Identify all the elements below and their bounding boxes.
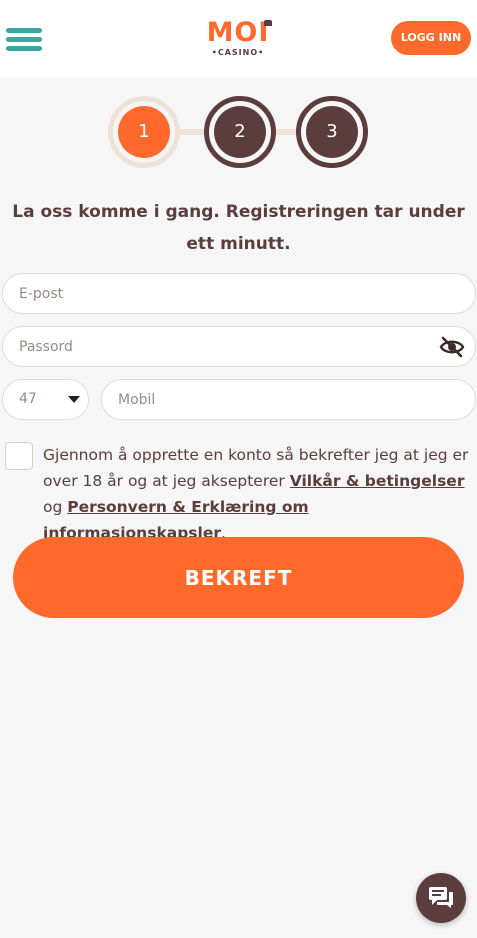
chat-button[interactable]: [416, 873, 466, 923]
country-code-select[interactable]: 47: [2, 379, 89, 420]
country-code-value: 47: [19, 391, 37, 407]
step-1-number: 1: [118, 106, 170, 158]
step-connector: [274, 129, 298, 135]
logo-sub-text: •CASINO•: [211, 48, 265, 57]
step-2-number: 2: [214, 106, 266, 158]
password-input[interactable]: [19, 327, 421, 366]
step-connector: [178, 129, 206, 135]
header: MOI •CASINO• LOGG INN: [0, 0, 477, 77]
login-button[interactable]: LOGG INN: [391, 21, 471, 55]
terms-checkbox[interactable]: [5, 442, 33, 470]
confirm-button[interactable]: BEKREFT: [13, 537, 464, 618]
email-input[interactable]: [19, 274, 421, 313]
step-3-number: 3: [306, 106, 358, 158]
terms-link[interactable]: Vilkår & betingelser: [290, 472, 465, 490]
page-heading: La oss komme i gang. Registreringen tar …: [12, 202, 465, 254]
logo[interactable]: MOI •CASINO•: [200, 18, 276, 62]
step-1: 1: [108, 96, 180, 168]
step-2: 2: [204, 96, 276, 168]
mobile-field-wrapper: [101, 379, 476, 420]
chat-icon: [429, 887, 453, 908]
eye-slash-icon[interactable]: [439, 335, 465, 359]
mobile-input[interactable]: [118, 380, 436, 419]
terms-text: Gjennom å opprette en konto så bekrefter…: [43, 442, 473, 546]
password-field-wrapper: [2, 326, 476, 367]
step-3: 3: [296, 96, 368, 168]
caret-down-icon: [68, 396, 80, 403]
hamburger-menu-icon[interactable]: [6, 28, 42, 54]
email-field-wrapper: [2, 273, 476, 314]
registration-steps: 1 2 3: [108, 96, 370, 168]
privacy-link[interactable]: Personvern & Erklæring om informasjonska…: [43, 498, 309, 542]
logo-hat-icon: [264, 20, 272, 26]
terms-text-part: og: [43, 498, 68, 516]
